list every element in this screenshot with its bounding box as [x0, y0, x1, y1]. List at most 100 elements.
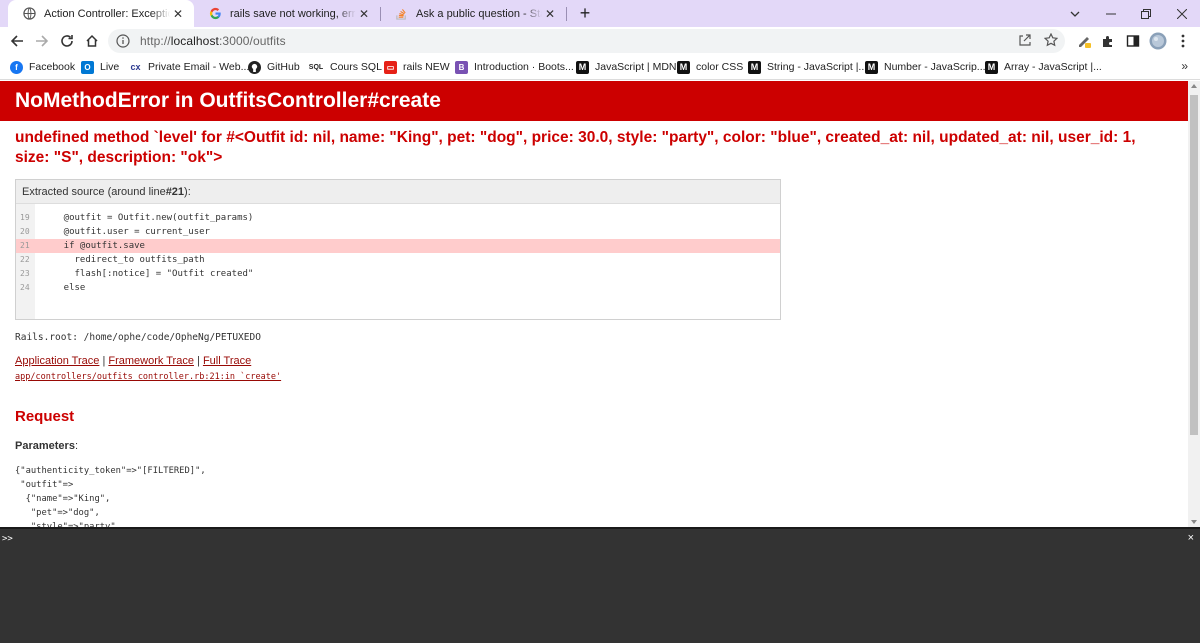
tab-title: rails save not working, error no method: [230, 7, 356, 20]
reload-icon[interactable]: [57, 31, 77, 51]
scrollbar-thumb[interactable]: [1190, 95, 1198, 435]
line-number: 23: [20, 269, 30, 278]
error-message: undefined method `level' for #<Outfit id…: [15, 129, 1136, 166]
bookmarks-overflow-button[interactable]: »: [1181, 59, 1188, 73]
minimize-icon[interactable]: [1093, 0, 1129, 27]
console-close-icon[interactable]: ×: [1188, 532, 1194, 544]
browser-toolbar: http://localhost:3000/outfits: [0, 27, 1200, 55]
bootstrap-icon: B: [455, 60, 468, 74]
tab-strip: Action Controller: Exception caught ✕ ra…: [0, 0, 1200, 27]
menu-kebab-icon[interactable]: [1173, 31, 1193, 51]
line-number: 19: [20, 213, 30, 222]
bookmark-bootstrap[interactable]: B Introduction · Boots...: [455, 59, 574, 75]
bookmark-label: GitHub: [267, 61, 300, 73]
page-scrollbar[interactable]: [1188, 81, 1200, 527]
extracted-source: Extracted source (around line #21): 19 @…: [15, 179, 781, 320]
source-line: 20 @outfit.user = current_user: [16, 225, 780, 239]
url-scheme: http://: [140, 34, 171, 48]
framework-trace-link[interactable]: Framework Trace: [108, 355, 194, 367]
bookmark-facebook[interactable]: f Facebook: [10, 59, 75, 75]
bookmark-array-js[interactable]: M Array - JavaScript |...: [985, 59, 1102, 75]
restore-icon[interactable]: [1128, 0, 1164, 27]
forward-icon[interactable]: [32, 31, 52, 51]
close-tab-icon[interactable]: ✕: [170, 7, 186, 21]
bookmark-label: Array - JavaScript |...: [1004, 61, 1102, 73]
info-icon[interactable]: [116, 34, 130, 48]
bookmark-color-css[interactable]: M color CSS: [677, 59, 743, 75]
tab-google[interactable]: rails save not working, error no method …: [194, 0, 380, 27]
bookmark-private-email[interactable]: cx Private Email - Web...: [129, 59, 249, 75]
bookmark-star-icon[interactable]: [1042, 31, 1060, 49]
mdn-icon: M: [865, 60, 878, 74]
bookmark-label: Cours SQL: [330, 61, 382, 73]
request-heading: Request: [15, 408, 75, 425]
globe-icon: [22, 7, 36, 21]
line-code: redirect_to outfits_path: [42, 255, 205, 265]
source-line: 22 redirect_to outfits_path: [16, 253, 780, 267]
source-line: 23 flash[:notice] = "Outfit created": [16, 267, 780, 281]
bookmark-string-js[interactable]: M String - JavaScript |...: [748, 59, 867, 75]
address-bar[interactable]: http://localhost:3000/outfits: [108, 29, 1065, 53]
sql-icon: SQL: [308, 63, 324, 71]
home-icon[interactable]: [82, 31, 102, 51]
new-tab-button[interactable]: +: [575, 3, 595, 23]
tab-search-icon[interactable]: [1057, 0, 1093, 27]
source-header-prefix: Extracted source (around line: [22, 185, 166, 198]
line-code: @outfit.user = current_user: [42, 227, 210, 237]
extension-pen-icon[interactable]: [1074, 31, 1094, 51]
side-panel-icon[interactable]: [1123, 31, 1143, 51]
line-code: @outfit = Outfit.new(outfit_params): [42, 213, 254, 223]
source-header: Extracted source (around line #21):: [16, 180, 780, 204]
bookmark-live[interactable]: O Live: [81, 59, 119, 75]
tab-title: Action Controller: Exception caught: [44, 7, 170, 20]
url-path: :3000/outfits: [218, 34, 286, 48]
tab-stackoverflow[interactable]: Ask a public question - Stack Overflow ✕: [380, 0, 566, 27]
page-viewport: NoMethodError in OutfitsController#creat…: [0, 81, 1188, 527]
close-window-icon[interactable]: [1164, 0, 1200, 27]
outlook-icon: O: [81, 60, 94, 74]
stackoverflow-icon: [394, 7, 408, 21]
page-title: NoMethodError in OutfitsController#creat…: [15, 89, 441, 112]
close-tab-icon[interactable]: ✕: [542, 7, 558, 21]
github-icon: [248, 60, 261, 74]
source-line: 19 @outfit = Outfit.new(outfit_params): [16, 211, 780, 225]
mdn-icon: M: [748, 60, 761, 74]
trace-separator: |: [193, 355, 203, 367]
parameters-label-text: Parameters: [15, 440, 75, 452]
tab-divider: [566, 7, 567, 21]
console-prompt[interactable]: >>: [2, 534, 13, 544]
youtube-icon: ▭: [384, 60, 397, 74]
tab-title: Ask a public question - Stack Overflow: [416, 7, 542, 20]
url-text[interactable]: http://localhost:3000/outfits: [140, 34, 286, 48]
bookmark-label: String - JavaScript |...: [767, 61, 868, 73]
full-trace-link[interactable]: Full Trace: [203, 355, 251, 367]
bookmarks-bar: f Facebook O Live cx Private Email - Web…: [0, 55, 1200, 80]
bookmark-js-mdn[interactable]: M JavaScript | MDN: [576, 59, 677, 75]
parameters-label: Parameters:: [15, 440, 78, 452]
bookmark-label: Introduction · Boots...: [474, 61, 574, 73]
line-number: 24: [20, 283, 30, 292]
web-console[interactable]: >> ×: [0, 527, 1200, 643]
url-host: localhost: [170, 34, 219, 48]
profile-avatar[interactable]: [1148, 31, 1168, 51]
share-icon[interactable]: [1016, 31, 1034, 49]
bookmark-label: Private Email - Web...: [148, 61, 250, 73]
extensions-puzzle-icon[interactable]: [1098, 31, 1118, 51]
bookmark-label: JavaScript | MDN: [595, 61, 677, 73]
back-icon[interactable]: [7, 31, 27, 51]
tab-exception[interactable]: Action Controller: Exception caught ✕: [8, 0, 194, 27]
bookmark-github[interactable]: GitHub: [248, 59, 300, 75]
scroll-up-icon[interactable]: [1191, 84, 1197, 88]
scroll-down-icon[interactable]: [1191, 520, 1197, 524]
trace-file-link[interactable]: app/controllers/outfits_controller.rb:21…: [15, 372, 281, 382]
bookmark-number-js[interactable]: M Number - JavaScrip...: [865, 59, 986, 75]
bookmark-rails-new[interactable]: ▭ rails NEW: [384, 59, 450, 75]
rails-root: Rails.root: /home/ophe/code/OpheNg/PETUX…: [15, 332, 261, 343]
line-number: 22: [20, 255, 30, 264]
mdn-icon: M: [576, 60, 589, 74]
bookmark-cours-sql[interactable]: SQL Cours SQL: [308, 59, 382, 75]
source-line-highlighted: 21 if @outfit.save: [16, 239, 780, 253]
close-tab-icon[interactable]: ✕: [356, 7, 372, 21]
application-trace-link[interactable]: Application Trace: [15, 355, 99, 367]
line-code: if @outfit.save: [42, 241, 145, 251]
